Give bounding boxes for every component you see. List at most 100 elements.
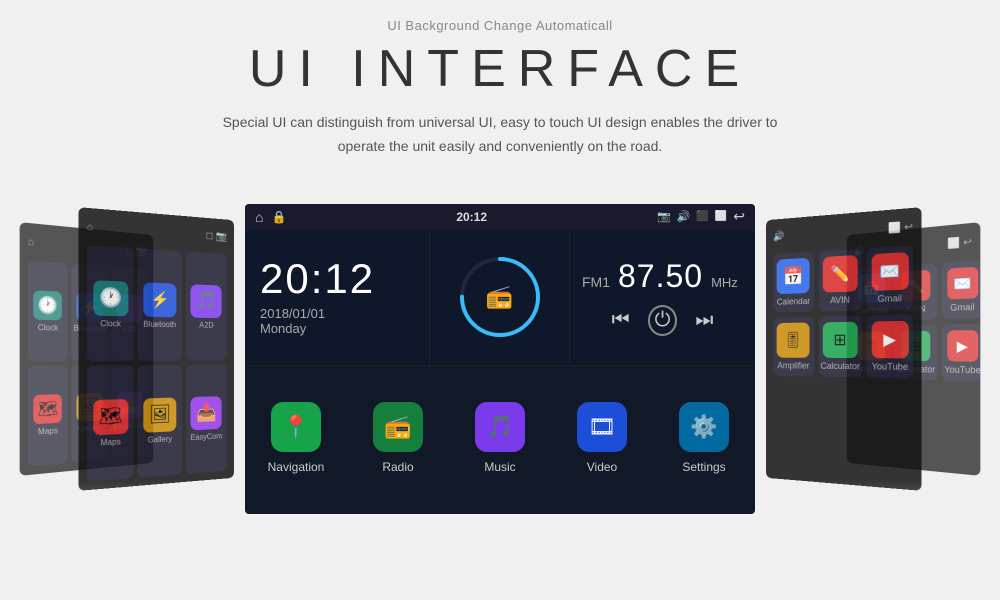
screen-left-mid: ⌂ ◻ 📷 🕐 Clock ⚡ Bluetooth 🎵 A2D 🗺 bbox=[78, 207, 234, 491]
clock-date: 2018/01/01 bbox=[260, 306, 414, 321]
description-line2: operate the unit easily and conveniently… bbox=[338, 138, 663, 154]
mid-bluetooth-icon: ⚡ bbox=[143, 281, 176, 316]
right-mid-calc-label: Calculator bbox=[821, 360, 860, 370]
side-mid-app-maps[interactable]: 🗺 Maps bbox=[87, 365, 134, 482]
fm-next-button[interactable]: ⏭ bbox=[695, 309, 713, 332]
radio-widget: 📻 bbox=[430, 230, 570, 365]
right-mid-gmail[interactable]: ✉️ Gmail bbox=[867, 245, 913, 310]
clock-time: 20:12 bbox=[260, 258, 414, 300]
mid-gallery-label: Gallery bbox=[148, 433, 173, 443]
right-mid-calc[interactable]: ⊞ Calculator bbox=[819, 315, 862, 377]
side-mid-app-bluetooth[interactable]: ⚡ Bluetooth bbox=[138, 248, 182, 361]
fm-power-button[interactable]: ⏻ bbox=[648, 305, 678, 336]
video-app-icon: 🎞 bbox=[577, 402, 627, 452]
side-mid-app-clock[interactable]: 🕐 Clock bbox=[87, 245, 134, 361]
fm-prev-button[interactable]: ⏮ bbox=[612, 309, 630, 332]
right-far-icons: ⬜ ↩ bbox=[948, 236, 972, 249]
right-mid-amp-label: Amplifier bbox=[777, 360, 809, 370]
maps-app-label: Maps bbox=[38, 426, 58, 437]
screen-right-mid: 🔊 ⬜ ↩ 📅 Calendar ✏️ AVIN ✉️ Gmail 🎚 bbox=[766, 207, 922, 491]
right-far-youtube[interactable]: ▶ YouTube bbox=[942, 323, 980, 381]
app-settings[interactable]: ⚙️ Settings bbox=[653, 366, 755, 510]
mid-easycom-icon: 📤 bbox=[191, 395, 222, 429]
mid-a2d-label: A2D bbox=[199, 320, 213, 329]
app-music[interactable]: 🎵 Music bbox=[449, 366, 551, 510]
clock-day: Monday bbox=[260, 321, 414, 336]
right-mid-vol: 🔊 bbox=[773, 230, 784, 241]
subtitle: UI Background Change Automaticall bbox=[223, 18, 778, 33]
mid-easycom-label: EasyCom bbox=[190, 431, 222, 442]
status-time: 20:12 bbox=[456, 210, 487, 224]
radio-app-label: Radio bbox=[382, 460, 413, 474]
main-title: UI INTERFACE bbox=[223, 39, 778, 99]
music-app-icon: 🎵 bbox=[475, 402, 525, 452]
screen-main: ⌂ 🔒 20:12 📷 🔊 ⬛ ⬜ ↩ 20:12 2018/01/01 Mon… bbox=[245, 204, 755, 514]
right-mid-gmail-label: Gmail bbox=[878, 293, 902, 304]
right-mid-calendar[interactable]: 📅 Calendar bbox=[773, 251, 814, 312]
gmail-label: Gmail bbox=[950, 301, 974, 312]
home-icon[interactable]: ⌂ bbox=[255, 209, 263, 225]
right-mid-amp-icon: 🎚 bbox=[777, 322, 810, 357]
youtube-icon: ▶ bbox=[947, 330, 978, 362]
camera-icon: 📷 bbox=[657, 210, 671, 223]
right-mid-avin[interactable]: ✏️ AVIN bbox=[819, 248, 862, 311]
side-app-maps[interactable]: 🗺 Maps bbox=[28, 365, 67, 466]
right-mid-icons: ⬜ ↩ bbox=[888, 221, 913, 234]
radio-app-icon: 📻 bbox=[373, 402, 423, 452]
right-mid-calc-icon: ⊞ bbox=[823, 321, 858, 357]
right-far-gmail[interactable]: ✉️ Gmail bbox=[942, 260, 980, 319]
right-mid-avin-icon: ✏️ bbox=[823, 255, 858, 293]
clock-app-icon: 🕐 bbox=[34, 290, 62, 320]
status-bar: ⌂ 🔒 20:12 📷 🔊 ⬛ ⬜ ↩ bbox=[245, 204, 755, 230]
left-mid-app-grid: 🕐 Clock ⚡ Bluetooth 🎵 A2D 🗺 Maps 🖼 bbox=[87, 245, 227, 481]
lock-icon: 🔒 bbox=[271, 210, 286, 224]
navigation-app-icon: 📍 bbox=[271, 402, 321, 452]
app-grid: 📍 Navigation 📻 Radio 🎵 Music 🎞 Video ⚙️ … bbox=[245, 365, 755, 510]
right-mid-youtube-icon: ▶ bbox=[871, 320, 908, 358]
fm-widget: FM1 87.50 MHz ⏮ ⏻ ⏭ bbox=[570, 230, 755, 365]
fm-top: FM1 87.50 MHz bbox=[582, 258, 743, 295]
maps-app-icon: 🗺 bbox=[34, 394, 62, 424]
fm-unit: MHz bbox=[711, 275, 738, 290]
pagination-dots bbox=[245, 510, 755, 514]
description: Special UI can distinguish from universa… bbox=[223, 111, 778, 159]
right-mid-youtube-label: YouTube bbox=[872, 361, 908, 372]
left-mid-home: ⌂ bbox=[87, 221, 93, 233]
mid-bluetooth-label: Bluetooth bbox=[143, 319, 176, 329]
navigation-app-label: Navigation bbox=[268, 460, 325, 474]
right-mid-amp[interactable]: 🎚 Amplifier bbox=[773, 316, 814, 376]
screens-container: ⌂ ◻ 📷 🕐 Clock ⚡ Bluetooth 🎵 A2D 🗺 bbox=[0, 179, 1000, 539]
mid-a2d-icon: 🎵 bbox=[191, 283, 222, 317]
back-icon[interactable]: ↩ bbox=[733, 208, 745, 225]
right-mid-gmail-icon: ✉️ bbox=[871, 252, 908, 291]
clock-app-label: Clock bbox=[38, 323, 58, 333]
window-icon: ⬜ bbox=[715, 211, 727, 222]
left-far-home: ⌂ bbox=[28, 236, 34, 248]
mid-maps-icon: 🗺 bbox=[93, 398, 128, 434]
side-mid-app-a2d[interactable]: 🎵 A2D bbox=[185, 251, 226, 360]
app-video[interactable]: 🎞 Video bbox=[551, 366, 653, 510]
right-mid-youtube[interactable]: ▶ YouTube bbox=[867, 314, 913, 378]
app-radio[interactable]: 📻 Radio bbox=[347, 366, 449, 510]
mid-clock-label: Clock bbox=[100, 318, 121, 328]
fm-label: FM1 bbox=[582, 274, 610, 290]
mid-maps-label: Maps bbox=[101, 436, 121, 446]
widget-area: 20:12 2018/01/01 Monday 📻 bbox=[245, 230, 755, 365]
top-section: UI Background Change Automaticall UI INT… bbox=[223, 0, 778, 169]
youtube-label: YouTube bbox=[944, 364, 980, 375]
video-app-label: Video bbox=[587, 460, 617, 474]
clock-widget: 20:12 2018/01/01 Monday bbox=[245, 230, 430, 365]
gmail-icon: ✉️ bbox=[947, 266, 978, 299]
left-mid-icons: ◻ 📷 bbox=[206, 230, 227, 242]
right-mid-avin-label: AVIN bbox=[830, 294, 850, 305]
right-mid-calendar-icon: 📅 bbox=[777, 257, 810, 293]
side-mid-app-gallery[interactable]: 🖼 Gallery bbox=[138, 364, 182, 477]
right-mid-calendar-label: Calendar bbox=[777, 296, 810, 307]
app-navigation[interactable]: 📍 Navigation bbox=[245, 366, 347, 510]
radio-icon: 📻 bbox=[486, 284, 513, 310]
side-mid-app-easycom[interactable]: 📤 EasyCom bbox=[185, 364, 226, 474]
side-app-clock[interactable]: 🕐 Clock bbox=[28, 260, 67, 361]
mid-clock-icon: 🕐 bbox=[93, 279, 128, 315]
settings-app-icon: ⚙️ bbox=[679, 402, 729, 452]
music-app-label: Music bbox=[484, 460, 515, 474]
